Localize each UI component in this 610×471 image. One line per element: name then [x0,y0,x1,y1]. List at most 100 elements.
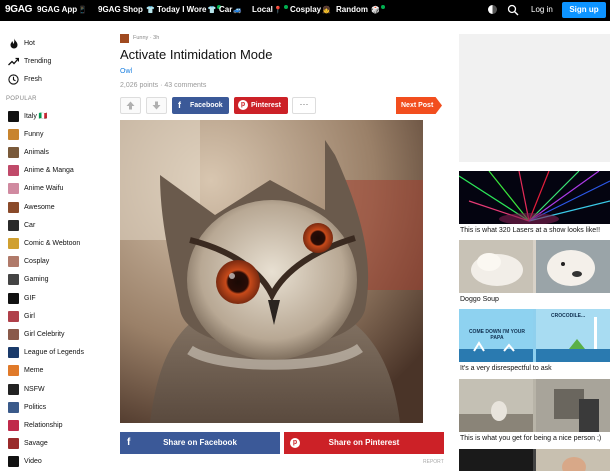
nav-label: Cosplay [290,5,322,14]
nav-car[interactable]: Car🚙 [219,5,242,14]
downvote-button[interactable] [146,97,167,114]
search-icon[interactable] [507,4,519,16]
right-post-caption[interactable]: This is what 320 Lasers at a show looks … [460,227,600,234]
sidebar-item-label: Relationship [24,421,63,429]
category-thumbnail-icon [8,219,19,231]
post-tag[interactable]: Owl [120,68,132,75]
sidebar-item-label: Italy 🇮🇹 [24,113,48,120]
sidebar-item-label: GIF [24,294,36,302]
login-link[interactable]: Log in [531,5,553,14]
comic-text-left: COME DOWN I'M YOUR PAPA [468,329,526,341]
dark-mode-icon[interactable] [488,5,497,14]
sidebar-item-label: League of Legends [24,349,84,357]
dice-icon: 🎲 [371,7,380,14]
sidebar-category-item[interactable]: Relationship [8,418,63,432]
right-post-caption[interactable]: This is what you get for being a nice pe… [460,435,601,442]
post-title[interactable]: Activate Intimidation Mode [120,47,272,62]
sidebar-item-fresh[interactable]: Fresh [8,72,42,86]
sidebar-item-label: Anime Waifu [24,185,64,193]
share-pinterest-button[interactable]: p Share on Pinterest [284,432,444,454]
next-post-button[interactable]: Next Post [396,97,442,114]
right-post-image-lasers[interactable] [459,171,610,224]
category-thumbnail-icon [8,383,19,395]
category-thumbnail-icon [8,365,19,377]
sidebar-item-label: Trending [24,57,52,65]
share-facebook-label: Share on Facebook [163,438,237,447]
post-meta[interactable]: Funny · 3h [133,35,159,41]
post-image-owl[interactable] [120,120,423,423]
facebook-button[interactable]: f Facebook [172,97,229,114]
sidebar-item-label: Animals [24,148,49,156]
girl-icon: 👧 [322,7,331,14]
pinterest-button[interactable]: p Pinterest [234,97,288,114]
nav-random[interactable]: Random 🎲 [336,5,385,14]
right-post-caption[interactable]: Doggo Soup [460,296,499,303]
sidebar-category-item[interactable]: Girl Celebrity [8,327,64,341]
car-icon: 🚙 [233,7,243,14]
post-stats[interactable]: 2,026 points · 43 comments [120,82,206,89]
right-post-image-next[interactable] [459,449,610,471]
share-facebook-button[interactable]: f Share on Facebook [120,432,280,454]
sidebar-category-item[interactable]: Awesome [8,200,55,214]
nav-local[interactable]: Local📍 [252,5,288,14]
sidebar-category-item[interactable]: Animals [8,145,49,159]
sidebar-category-item[interactable]: Cosplay [8,255,49,269]
sidebar-category-item[interactable]: GIF [8,291,36,305]
category-thumbnail-icon [8,328,19,340]
ad-placeholder [459,34,610,162]
next-image [459,449,610,471]
more-options-button[interactable]: ··· [292,97,316,114]
sidebar-item-label: Anime & Manga [24,167,74,175]
sidebar-category-item[interactable]: Comic & Webtoon [8,236,80,250]
popular-heading: POPULAR [6,96,37,102]
nice-person-image [459,379,610,432]
right-post-image-doggo-soup[interactable] [459,240,610,293]
signup-button[interactable]: Sign up [562,2,606,18]
sidebar-item-label: Funny [24,130,44,138]
sidebar-category-item[interactable]: Funny [8,127,43,141]
new-dot [380,5,385,9]
category-thumbnail-icon [8,146,19,158]
sidebar-item-label: NSFW [24,385,45,393]
sidebar-category-item[interactable]: Italy 🇮🇹 [8,109,48,123]
sidebar-category-item[interactable]: Girl [8,309,35,323]
pinterest-label: Pinterest [251,102,281,109]
nav-9gag-app[interactable]: 9GAG App📱 [37,5,87,14]
nav-9gag-shop[interactable]: 9GAG Shop 👕 [98,5,155,14]
upvote-button[interactable] [120,97,141,114]
clock-icon [8,73,19,85]
logo[interactable]: 9GAG [5,4,32,15]
sidebar-category-item[interactable]: Politics [8,400,46,414]
sidebar-item-trending[interactable]: Trending [8,54,51,68]
sidebar-item-hot[interactable]: Hot [8,36,35,50]
right-post-image-comic[interactable]: COME DOWN I'M YOUR PAPA CROCODILE... [459,309,610,362]
sidebar-category-item[interactable]: Anime Waifu [8,182,63,196]
section-avatar[interactable] [120,34,129,43]
sidebar-item-label: Gaming [24,276,49,284]
right-post-image-nice-person[interactable] [459,379,610,432]
sidebar-category-item[interactable]: Car [8,218,35,232]
shirt-icon: 👕 [146,7,155,14]
sidebar-item-label: Meme [24,367,44,375]
right-post-caption[interactable]: It's a very disrespectful to ask [460,365,552,372]
report-link[interactable]: REPORT [423,459,444,465]
pinterest-icon: p [238,100,248,110]
sidebar-category-item[interactable]: Savage [8,437,48,451]
category-thumbnail-icon [8,165,19,177]
category-thumbnail-icon [8,256,19,268]
sidebar-category-item[interactable]: Anime & Manga [8,164,74,178]
arrow-down-icon [152,101,161,110]
category-thumbnail-icon [8,347,19,359]
sidebar-category-item[interactable]: League of Legends [8,346,84,360]
nav-today-i-wore[interactable]: Today I Wore👕 [157,5,222,14]
sidebar-item-label: Awesome [24,203,55,211]
nav-label: 9GAG Shop [98,5,143,14]
sidebar-category-item[interactable]: Meme [8,364,43,378]
share-pinterest-label: Share on Pinterest [328,438,400,447]
sidebar-category-item[interactable]: NSFW [8,382,45,396]
nav-cosplay[interactable]: Cosplay👧 [290,5,331,14]
sidebar-item-label: Comic & Webtoon [24,239,81,247]
sidebar-category-item[interactable]: Video [8,455,42,469]
sidebar-category-item[interactable]: Gaming [8,273,49,287]
sidebar-item-label: Video [24,458,42,466]
